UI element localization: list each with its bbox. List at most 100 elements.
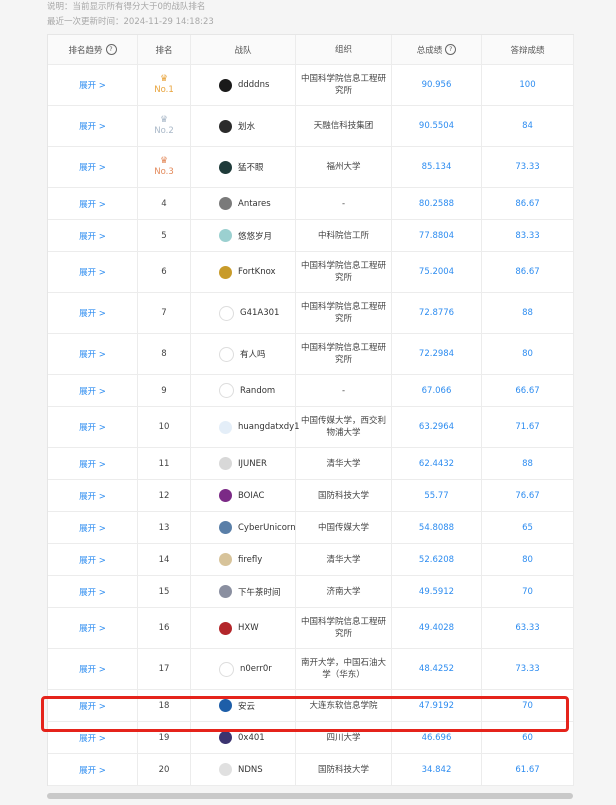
help-icon[interactable]: ? xyxy=(445,44,457,55)
org-cell: 中国科学院信息工程研究所 xyxy=(296,65,392,105)
answer-score-cell: 86.67 xyxy=(482,252,574,292)
header-trend-label: 排名趋势 xyxy=(68,45,103,56)
expand-link[interactable]: 展开 > xyxy=(79,663,106,675)
expand-link[interactable]: 展开 > xyxy=(79,458,106,470)
expand-link[interactable]: 展开 > xyxy=(79,732,106,744)
team-name[interactable]: 悠悠岁月 xyxy=(238,230,272,242)
trend-cell: 展开 > xyxy=(48,293,138,333)
header-answer: 答辩成绩 xyxy=(482,35,574,64)
answer-score-cell: 88 xyxy=(482,448,574,479)
answer-score-cell: 80 xyxy=(482,544,574,575)
rank-cell: 6 xyxy=(138,252,191,292)
org-cell: 清华大学 xyxy=(296,544,392,575)
expand-link[interactable]: 展开 > xyxy=(79,348,106,360)
team-name[interactable]: 猛不眼 xyxy=(238,161,264,173)
team-name[interactable]: 安云 xyxy=(238,700,255,712)
team-name[interactable]: IJUNER xyxy=(238,459,267,469)
rank-label: 6 xyxy=(161,267,167,277)
team-name[interactable]: Antares xyxy=(238,199,271,209)
horizontal-scrollbar[interactable] xyxy=(47,793,573,799)
table-row: 展开 > 15 下午茶时间 济南大学 49.5912 70 xyxy=(48,576,574,608)
rank-label: 16 xyxy=(158,623,170,633)
expand-link[interactable]: 展开 > xyxy=(79,230,106,242)
total-score-cell: 72.2984 xyxy=(392,334,482,374)
header-team: 战队 xyxy=(191,35,296,64)
expand-link[interactable]: 展开 > xyxy=(79,161,106,173)
team-name[interactable]: ddddns xyxy=(238,80,269,90)
team-name[interactable]: 下午茶时间 xyxy=(238,586,281,598)
rank-cell: ♛ No.1 xyxy=(138,65,191,105)
expand-link[interactable]: 展开 > xyxy=(79,490,106,502)
org-cell: 中国科学院信息工程研究所 xyxy=(296,252,392,292)
trend-cell: 展开 > xyxy=(48,544,138,575)
team-name[interactable]: NDNS xyxy=(238,765,263,775)
team-name[interactable]: G41A301 xyxy=(240,308,279,318)
expand-link[interactable]: 展开 > xyxy=(79,522,106,534)
rank-medal: ♛ No.2 xyxy=(154,115,174,137)
table-row: 展开 > 9 Random -67.066 66.67 xyxy=(48,375,574,407)
expand-link[interactable]: 展开 > xyxy=(79,764,106,776)
answer-score-cell: 61.67 xyxy=(482,754,574,785)
rank-cell: 4 xyxy=(138,188,191,219)
answer-score-cell: 60 xyxy=(482,722,574,753)
org-cell: 中国科学院信息工程研究所 xyxy=(296,334,392,374)
total-score-cell: 46.696 xyxy=(392,722,482,753)
expand-link[interactable]: 展开 > xyxy=(79,198,106,210)
expand-link[interactable]: 展开 > xyxy=(79,586,106,598)
answer-score-cell: 80 xyxy=(482,334,574,374)
team-name[interactable]: n0err0r xyxy=(240,664,272,674)
team-cell: n0err0r xyxy=(191,649,296,689)
crown-icon: ♛ xyxy=(159,74,169,84)
trend-cell: 展开 > xyxy=(48,480,138,511)
team-name[interactable]: CyberUnicorn xyxy=(238,523,296,533)
expand-link[interactable]: 展开 > xyxy=(79,79,106,91)
team-name[interactable]: 0x401 xyxy=(238,733,265,743)
trend-cell: 展开 > xyxy=(48,188,138,219)
rank-label: 7 xyxy=(161,308,167,318)
total-score-cell: 67.066 xyxy=(392,375,482,406)
table-row: 展开 > 4 Antares -80.2588 86.67 xyxy=(48,188,574,220)
team-avatar xyxy=(219,346,234,362)
total-score-cell: 52.6208 xyxy=(392,544,482,575)
expand-link[interactable]: 展开 > xyxy=(79,266,106,278)
trend-cell: 展开 > xyxy=(48,106,138,146)
help-icon[interactable]: ? xyxy=(105,44,117,55)
trend-cell: 展开 > xyxy=(48,754,138,785)
total-score-cell: 55.77 xyxy=(392,480,482,511)
team-name[interactable]: 有人吗 xyxy=(240,348,266,360)
team-name[interactable]: FortKnox xyxy=(238,267,276,277)
team-avatar xyxy=(219,305,234,321)
table-body: 展开 > ♛ No.1 ddddns 中国科学院信息工程研究所 90.956 100 展开 >… xyxy=(48,65,574,786)
trend-cell: 展开 > xyxy=(48,65,138,105)
expand-link[interactable]: 展开 > xyxy=(79,421,106,433)
expand-link[interactable]: 展开 > xyxy=(79,385,106,397)
trend-cell: 展开 > xyxy=(48,649,138,689)
expand-link[interactable]: 展开 > xyxy=(79,622,106,634)
team-name[interactable]: 划水 xyxy=(238,120,255,132)
team-name[interactable]: firefly xyxy=(238,555,262,565)
table-row: 展开 > 13 CyberUnicorn 中国传媒大学 54.8088 65 xyxy=(48,512,574,544)
rank-medal: ♛ No.1 xyxy=(154,74,174,96)
total-score-cell: 63.2964 xyxy=(392,407,482,447)
team-name[interactable]: Random xyxy=(240,386,275,396)
expand-link[interactable]: 展开 > xyxy=(79,120,106,132)
team-name[interactable]: HXW xyxy=(238,623,259,633)
table-row: 展开 > 20 NDNS 国防科技大学 34.842 61.67 xyxy=(48,754,574,786)
expand-link[interactable]: 展开 > xyxy=(79,307,106,319)
answer-score-cell: 71.67 xyxy=(482,407,574,447)
team-cell: firefly xyxy=(191,544,296,575)
table-row: 展开 > 16 HXW 中国科学院信息工程研究所 49.4028 63.33 xyxy=(48,608,574,649)
team-name[interactable]: huangdatxdy1 xyxy=(238,422,300,432)
total-score-cell: 49.5912 xyxy=(392,576,482,607)
header-rank: 排名 xyxy=(138,35,191,64)
table-row: 展开 > 12 BOIAC 国防科技大学 55.77 76.67 xyxy=(48,480,574,512)
rank-cell: 15 xyxy=(138,576,191,607)
team-name[interactable]: BOIAC xyxy=(238,491,264,501)
rank-label: No.1 xyxy=(154,85,174,95)
expand-link[interactable]: 展开 > xyxy=(79,700,106,712)
expand-link[interactable]: 展开 > xyxy=(79,554,106,566)
team-cell: 猛不眼 xyxy=(191,147,296,187)
total-score-cell: 62.4432 xyxy=(392,448,482,479)
org-cell: 中国传媒大学 xyxy=(296,512,392,543)
header-total-label: 总成绩 xyxy=(416,45,443,56)
